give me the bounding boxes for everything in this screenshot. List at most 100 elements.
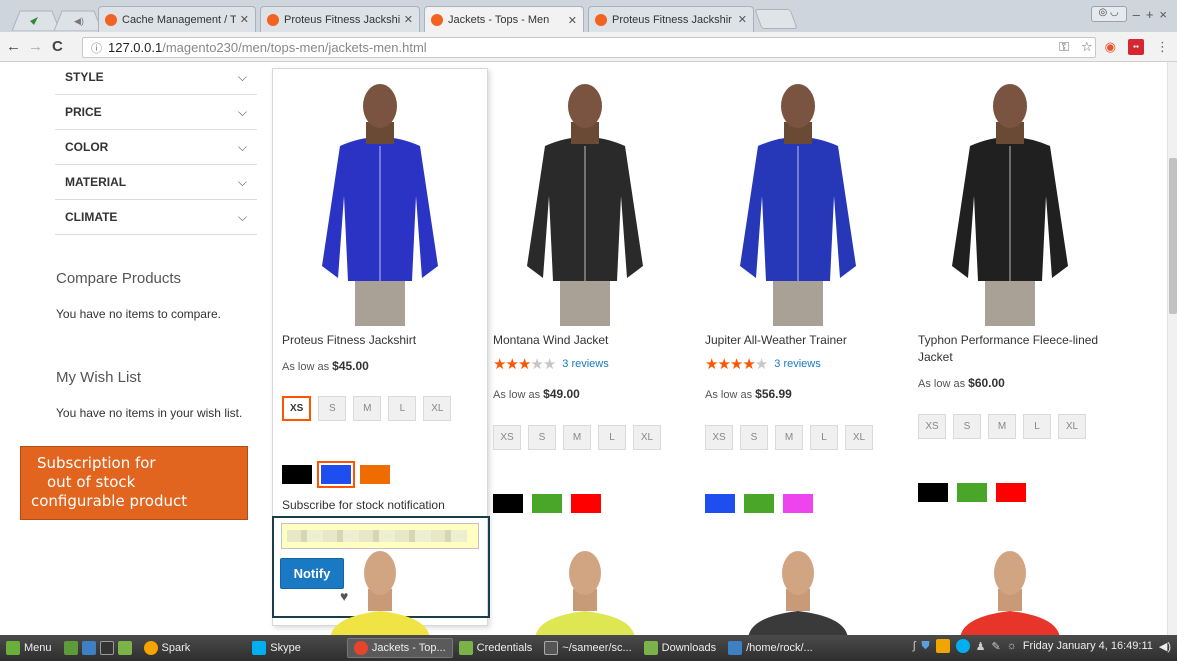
volume-icon[interactable]: ◀) (1159, 640, 1171, 653)
size-option-xs[interactable]: XS (493, 425, 521, 450)
folder-icon[interactable] (117, 641, 132, 655)
color-swatch[interactable] (783, 494, 813, 513)
address-bar[interactable]: ⓘ 127.0.0.1 /magento230/men/tops-men/jac… (82, 37, 1096, 58)
filter-climate[interactable]: CLIMATE ⌵ (55, 200, 257, 235)
scrollbar-thumb[interactable] (1169, 158, 1177, 314)
product-name[interactable]: Proteus Fitness Jackshirt (282, 332, 472, 349)
close-icon[interactable]: ✕ (240, 13, 249, 26)
reviews-link[interactable]: 3 reviews (562, 358, 608, 370)
product-image[interactable] (930, 545, 1090, 635)
profile-icon[interactable]: ◎ ◡ (1090, 6, 1127, 22)
size-option-xl[interactable]: XL (633, 425, 661, 450)
info-icon[interactable]: ⓘ (91, 40, 102, 56)
size-option-l[interactable]: L (1023, 414, 1051, 439)
bookmark-star-icon[interactable]: ☆ (1081, 39, 1093, 55)
close-icon[interactable]: ✕ (404, 13, 413, 26)
skype-tray-icon[interactable] (955, 639, 970, 653)
color-swatch[interactable] (705, 494, 735, 513)
reviews-link[interactable]: 3 reviews (774, 358, 820, 370)
product-name[interactable]: Typhon Performance Fleece-lined Jacket (918, 332, 1118, 366)
forward-icon[interactable]: → (28, 38, 43, 55)
taskbar-spark[interactable]: Spark (138, 638, 197, 658)
size-option-l[interactable]: L (388, 396, 417, 421)
color-swatches (918, 483, 1026, 502)
color-swatch[interactable] (957, 483, 987, 502)
size-option-m[interactable]: M (353, 396, 382, 421)
size-option-l[interactable]: L (810, 425, 838, 450)
tab-proteus-1[interactable]: Proteus Fitness Jackshir ✕ (260, 6, 420, 32)
reload-icon[interactable]: C (52, 38, 63, 55)
tab-cache-management[interactable]: Cache Management / T ✕ (98, 6, 256, 32)
color-swatch[interactable] (996, 483, 1026, 502)
taskbar-menu[interactable]: Menu (0, 638, 58, 658)
pinned-tabs[interactable]: ◀) (12, 9, 102, 31)
product-image[interactable] (300, 76, 460, 326)
desktop-icon[interactable] (63, 641, 78, 655)
extension-badge-icon[interactable]: ▪▪ (1128, 39, 1144, 55)
brightness-icon[interactable]: ☼ (1007, 640, 1017, 652)
taskbar-home[interactable]: /home/rock/... (722, 638, 819, 658)
close-window-icon[interactable]: × (1159, 7, 1167, 22)
color-swatch[interactable] (493, 494, 523, 513)
color-swatch[interactable] (282, 465, 312, 484)
size-option-s[interactable]: S (318, 396, 347, 421)
product-image[interactable] (930, 76, 1090, 326)
tab-proteus-2[interactable]: Proteus Fitness Jackshir ✕ (588, 6, 754, 32)
size-option-s[interactable]: S (740, 425, 768, 450)
close-icon[interactable]: ✕ (568, 14, 577, 27)
color-swatch[interactable] (571, 494, 601, 513)
taskbar-chrome[interactable]: Jackets - Top... (346, 638, 453, 658)
minimize-icon[interactable]: – (1133, 7, 1140, 22)
size-option-m[interactable]: M (775, 425, 803, 450)
menu-dots-icon[interactable]: ⋮ (1156, 39, 1169, 55)
product-image[interactable] (300, 545, 460, 635)
product-image[interactable] (505, 545, 665, 635)
size-option-xl[interactable]: XL (845, 425, 873, 450)
color-swatch[interactable] (532, 494, 562, 513)
page-scrollbar[interactable] (1167, 62, 1177, 635)
taskbar-sublime[interactable]: ~/sameer/sc... (538, 638, 637, 658)
filter-price[interactable]: PRICE ⌵ (55, 95, 257, 130)
new-tab-button[interactable] (754, 9, 798, 29)
size-option-xs[interactable]: XS (282, 396, 312, 421)
size-option-s[interactable]: S (953, 414, 981, 439)
color-swatch[interactable] (360, 465, 390, 484)
user-icon[interactable]: ♟ (976, 640, 986, 653)
size-option-s[interactable]: S (528, 425, 556, 450)
filter-material[interactable]: MATERIAL ⌵ (55, 165, 257, 200)
close-icon[interactable]: ✕ (738, 13, 747, 26)
maximize-icon[interactable]: + (1146, 7, 1154, 22)
back-icon[interactable]: ← (6, 38, 21, 55)
size-option-m[interactable]: M (563, 425, 591, 450)
size-option-m[interactable]: M (988, 414, 1016, 439)
product-image[interactable] (718, 545, 878, 635)
network-icon[interactable]: ʃ (913, 640, 915, 652)
color-swatch[interactable] (918, 483, 948, 502)
size-option-xl[interactable]: XL (423, 396, 452, 421)
size-option-xs[interactable]: XS (918, 414, 946, 439)
key-icon[interactable]: ⚿ (1059, 39, 1069, 55)
brush-icon[interactable]: ✎ (992, 640, 1001, 653)
size-option-xl[interactable]: XL (1058, 414, 1086, 439)
clock[interactable]: Friday January 4, 16:49:11 (1023, 640, 1153, 652)
product-image[interactable] (505, 76, 665, 326)
size-option-xs[interactable]: XS (705, 425, 733, 450)
size-option-l[interactable]: L (598, 425, 626, 450)
product-name[interactable]: Jupiter All-Weather Trainer (705, 332, 895, 349)
browser-launcher-icon[interactable] (81, 641, 96, 655)
taskbar-skype[interactable]: Skype (246, 638, 307, 658)
product-name[interactable]: Montana Wind Jacket (493, 332, 683, 349)
callout-line: configurable product (31, 492, 188, 510)
product-image[interactable] (718, 76, 878, 326)
update-icon[interactable] (935, 639, 950, 653)
color-swatch[interactable] (317, 461, 355, 488)
tab-jackets[interactable]: Jackets - Tops - Men ✕ (424, 6, 584, 33)
filter-style[interactable]: STYLE ⌵ (55, 62, 257, 95)
color-swatch[interactable] (744, 494, 774, 513)
taskbar-credentials[interactable]: Credentials (453, 638, 539, 658)
shield-icon[interactable]: ⛊ (921, 640, 929, 653)
taskbar-downloads[interactable]: Downloads (638, 638, 722, 658)
filter-color[interactable]: COLOR ⌵ (55, 130, 257, 165)
extension-icon[interactable]: ◉ (1105, 39, 1116, 55)
terminal-icon[interactable] (99, 641, 114, 655)
